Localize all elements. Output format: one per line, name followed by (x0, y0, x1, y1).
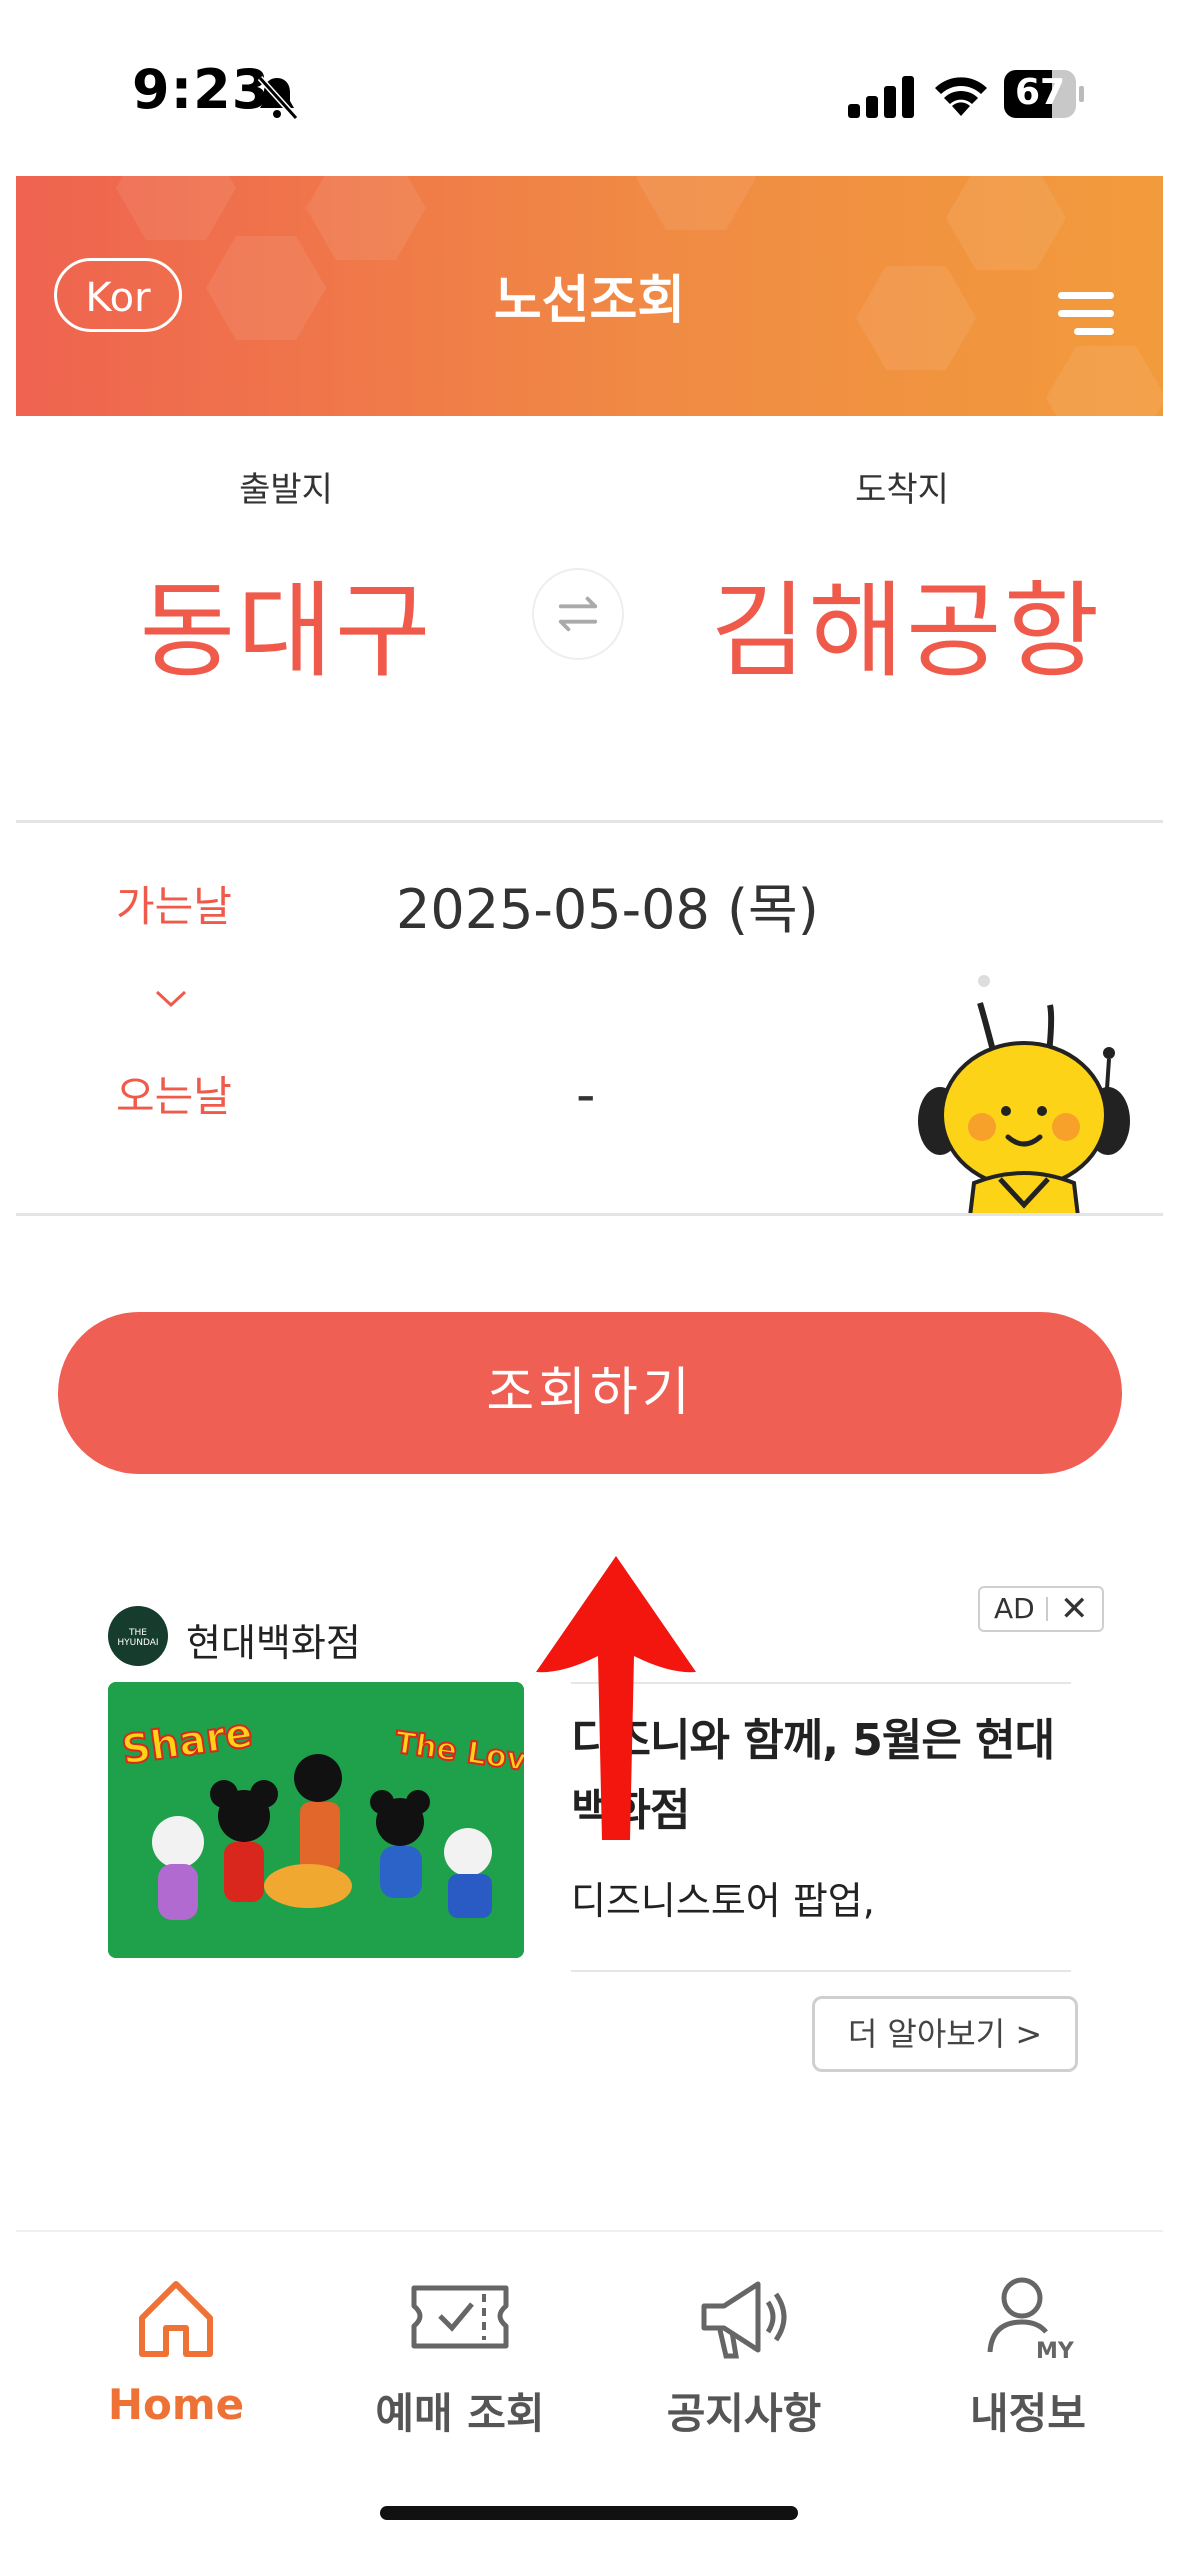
status-time: 9:23 (132, 58, 271, 121)
battery-indicator: 67 (1004, 70, 1084, 120)
red-arrow-annotation (536, 1556, 696, 1840)
nav-notices-label: 공지사항 (666, 2389, 822, 2438)
status-bar: 9:23 67 (16, 16, 1163, 176)
swap-route-button[interactable] (532, 568, 624, 660)
ad-description: 디즈니스토어 팝업, (571, 1879, 875, 1923)
my-profile-icon: MY (987, 2277, 1075, 2362)
route-selector: 출발지 동대구 도착지 김해공항 (16, 416, 1163, 823)
go-date-value[interactable]: 2025-05-08 (목) (396, 865, 819, 944)
bottom-navigation: Home 예매 조회 공지사항 MY 내정보 (16, 2230, 1163, 2540)
close-icon[interactable]: ✕ (1060, 1589, 1089, 1629)
return-date-label: 오는날 (116, 1072, 232, 1121)
hamburger-menu-icon[interactable] (1056, 286, 1114, 342)
ad-image[interactable]: Share The Love (108, 1682, 524, 1958)
divider (571, 1970, 1071, 1972)
nav-home[interactable]: Home (36, 2272, 316, 2472)
learn-more-button[interactable]: 더 알아보기 > (812, 1996, 1078, 2072)
ad-badge[interactable]: AD ✕ (978, 1586, 1104, 1632)
app-screen: 9:23 67 Kor 노선조회 출발지 동대구 도착지 김해공항 가는날 20… (16, 16, 1163, 2540)
home-indicator (380, 2506, 798, 2520)
brand-logo: THE HYUNDAI (108, 1606, 168, 1666)
app-header: Kor 노선조회 (16, 176, 1163, 416)
nav-notices[interactable]: 공지사항 (604, 2272, 884, 2472)
nav-my-info[interactable]: MY 내정보 (888, 2272, 1163, 2472)
home-icon (139, 2281, 213, 2357)
megaphone-icon (701, 2281, 787, 2359)
departure-city[interactable]: 동대구 (76, 546, 496, 697)
search-button[interactable]: 조회하기 (58, 1312, 1122, 1474)
bell-muted-icon (257, 75, 299, 121)
arrival-city[interactable]: 김해공항 (676, 546, 1136, 697)
nav-home-label: Home (107, 2380, 245, 2429)
nav-reservation-label: 예매 조회 (375, 2389, 545, 2438)
nav-reservation-lookup[interactable]: 예매 조회 (320, 2272, 600, 2472)
nav-my-info-label: 내정보 (970, 2389, 1086, 2438)
swap-arrows-icon (558, 596, 598, 632)
page-title: 노선조회 (493, 271, 686, 331)
cellular-signal-icon (848, 76, 914, 118)
ad-label: AD (994, 1592, 1035, 1625)
wifi-icon (935, 77, 987, 116)
departure-label: 출발지 (239, 470, 333, 510)
date-selector: 가는날 2025-05-08 (목) 오는날 - (16, 823, 1163, 1216)
arrival-label: 도착지 (855, 470, 949, 510)
svg-text:MY: MY (1036, 2339, 1075, 2362)
ad-brand-name: 현대백화점 (186, 1621, 361, 1665)
ticket-icon (411, 2285, 509, 2349)
go-date-label: 가는날 (116, 882, 232, 931)
chevron-down-icon (155, 990, 187, 1008)
bee-mascot-icon (918, 975, 1130, 1213)
return-date-value[interactable]: - (576, 1063, 596, 1126)
